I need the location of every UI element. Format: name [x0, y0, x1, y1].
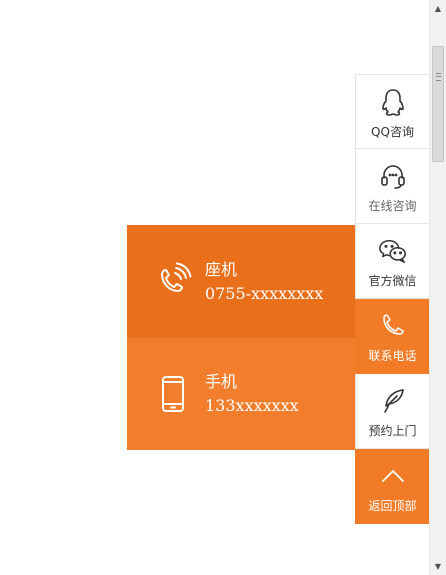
- mobile-phone-icon: [149, 370, 197, 418]
- landline-number[interactable]: 0755-xxxxxxxx: [205, 283, 323, 305]
- qq-consult-button[interactable]: QQ咨询: [355, 74, 429, 149]
- phone-icon: [378, 311, 408, 341]
- headset-icon: [378, 161, 408, 191]
- back-to-top-label: 返回顶部: [368, 499, 417, 513]
- wechat-icon: [378, 236, 408, 266]
- mobile-title: 手机: [205, 372, 238, 391]
- qq-icon: [378, 87, 408, 117]
- mobile-number[interactable]: 133xxxxxxx: [205, 395, 299, 417]
- page-scrollbar[interactable]: ▲ ▼: [429, 0, 446, 575]
- back-to-top-button[interactable]: 返回顶部: [355, 449, 429, 524]
- feather-icon: [378, 386, 408, 416]
- landline-row: 座机 0755-xxxxxxxx: [127, 225, 355, 338]
- contact-phone-button[interactable]: 联系电话: [355, 299, 429, 374]
- scroll-grip-icon: [436, 73, 441, 81]
- qq-consult-label: QQ咨询: [371, 125, 414, 139]
- contact-phone-panel: 座机 0755-xxxxxxxx 手机 133xxxxxxx: [127, 225, 355, 450]
- floating-side-toolbar: QQ咨询 在线咨询 官方微信 联系电话 预约上门 返回顶部: [355, 74, 429, 524]
- scroll-down-arrow-icon[interactable]: ▼: [430, 558, 446, 575]
- official-wechat-button[interactable]: 官方微信: [355, 224, 429, 299]
- scroll-thumb[interactable]: [432, 46, 444, 162]
- online-consult-label: 在线咨询: [368, 199, 417, 213]
- scroll-up-arrow-icon[interactable]: ▲: [430, 0, 446, 17]
- telephone-ringing-icon: [149, 258, 197, 306]
- official-wechat-label: 官方微信: [368, 274, 417, 288]
- online-consult-button[interactable]: 在线咨询: [355, 149, 429, 224]
- book-visit-label: 预约上门: [368, 424, 417, 438]
- mobile-row: 手机 133xxxxxxx: [127, 338, 355, 450]
- book-visit-button[interactable]: 预约上门: [355, 374, 429, 449]
- chevron-up-icon: [378, 461, 408, 491]
- contact-phone-label: 联系电话: [368, 349, 417, 363]
- landline-title: 座机: [205, 259, 238, 279]
